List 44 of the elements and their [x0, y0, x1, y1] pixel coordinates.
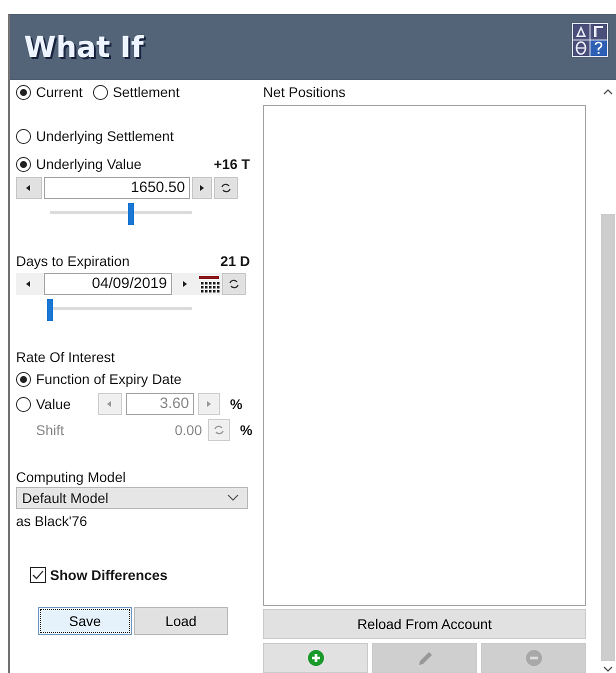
greeks-icon[interactable]: [572, 23, 608, 57]
right-arrow-button[interactable]: [192, 177, 212, 199]
days-value: 21 D: [220, 253, 250, 269]
percent-unit: %: [240, 422, 252, 438]
scroll-up-icon[interactable]: [603, 88, 613, 96]
model-note: as Black'76: [16, 513, 88, 529]
slider-thumb[interactable]: [47, 299, 53, 321]
percent-unit: %: [230, 396, 242, 412]
model-dropdown[interactable]: Default Model: [16, 487, 248, 509]
checkbox-label[interactable]: Show Differences: [50, 567, 168, 583]
section-label: Net Positions: [263, 84, 346, 100]
slider-thumb[interactable]: [128, 203, 134, 225]
radio-label[interactable]: Settlement: [112, 84, 180, 100]
reset-button[interactable]: [222, 273, 246, 295]
window-title: What If: [24, 30, 144, 64]
calendar-icon[interactable]: [198, 274, 220, 294]
chevron-down-icon: [227, 494, 239, 502]
reload-button[interactable]: Reload From Account: [263, 609, 586, 639]
underlying-value-field[interactable]: 1650.50: [44, 177, 190, 199]
section-label: Computing Model: [16, 469, 126, 485]
shift-label: Shift: [35, 422, 66, 438]
radio-button[interactable]: [92, 84, 108, 100]
days-label: Days to Expiration: [16, 253, 130, 269]
minus-icon: [526, 650, 542, 666]
scrollbar-thumb[interactable]: [601, 214, 615, 661]
shift-value: 0.00: [174, 422, 203, 438]
change-value: +16 T: [214, 156, 250, 172]
action-button[interactable]: Load: [134, 607, 228, 635]
left-arrow-button[interactable]: [16, 177, 42, 199]
radio-button[interactable]: [16, 84, 31, 100]
scroll-down-icon[interactable]: [603, 665, 613, 673]
section-label: Rate Of Interest: [16, 349, 115, 365]
date-field[interactable]: 04/09/2019: [44, 273, 172, 295]
radio-label[interactable]: Current: [36, 84, 83, 100]
action-button[interactable]: Save: [38, 607, 132, 635]
radio-label[interactable]: Underlying Value: [36, 156, 142, 172]
radio-button[interactable]: [16, 128, 31, 144]
radio-button[interactable]: [16, 156, 31, 172]
radio-label[interactable]: Underlying Settlement: [36, 128, 174, 144]
reset-button[interactable]: [214, 177, 238, 199]
add-button[interactable]: [263, 643, 368, 673]
pencil-icon: [416, 650, 432, 666]
plus-icon: [308, 650, 324, 666]
checkbox[interactable]: [30, 567, 46, 583]
